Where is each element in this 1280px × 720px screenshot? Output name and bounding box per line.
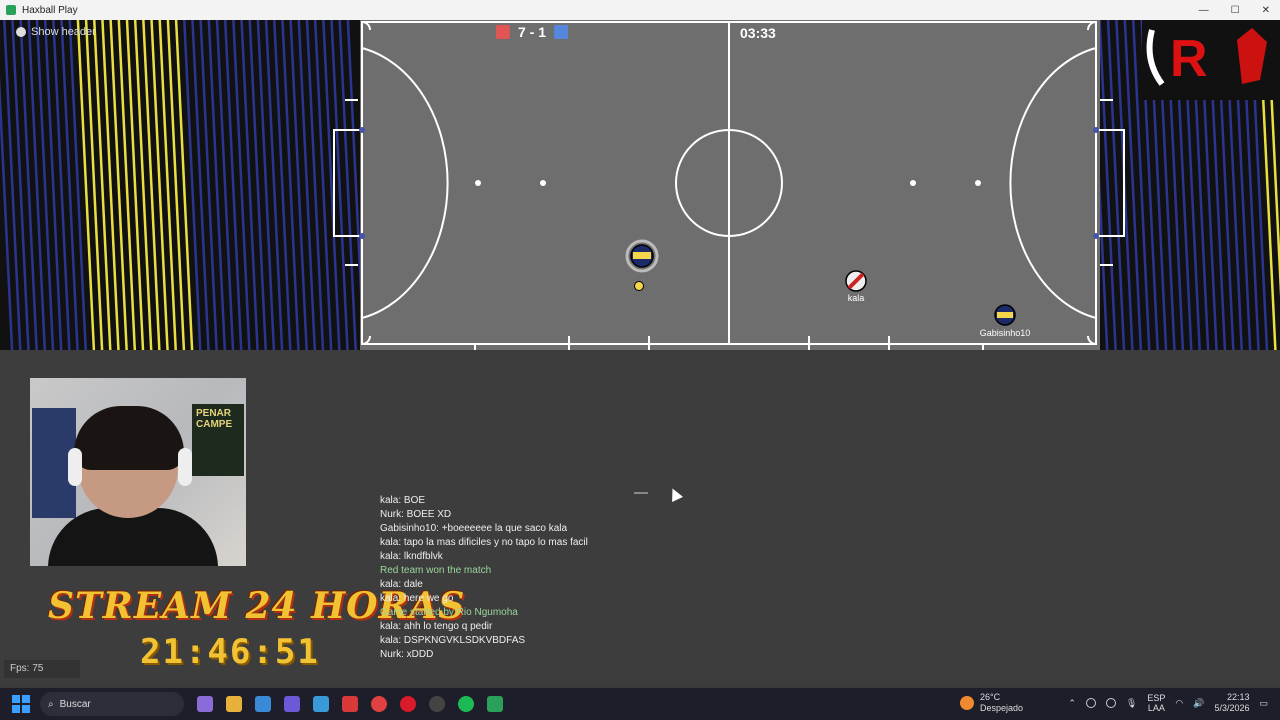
obs-icon[interactable] — [429, 696, 445, 712]
ball — [634, 281, 644, 291]
chat-message: kala: dale — [380, 579, 423, 590]
match-timer: 03:33 — [740, 25, 776, 41]
player-disc-kala — [845, 270, 867, 292]
player-disc — [625, 239, 659, 273]
input-language[interactable]: ESP LAA — [1147, 693, 1165, 713]
minimize-button[interactable]: — — [1199, 5, 1209, 16]
game-canvas[interactable]: kala Gabisinho10 Show header 7 - 1 03:33… — [0, 20, 1280, 685]
chat-message: kala: DSPKNGVKLSDKVBDFAS — [380, 635, 526, 646]
taskbar-search[interactable]: ⌕ Buscar — [40, 692, 184, 716]
notification-icon[interactable]: ▭ — [1259, 698, 1268, 709]
sun-icon — [960, 696, 974, 710]
svg-text:R: R — [1170, 30, 1208, 88]
calculator-icon[interactable] — [255, 696, 271, 712]
notepad-icon[interactable] — [313, 696, 329, 712]
chat-message: Gabisinho10: +boeeeeee la que saco kala — [380, 523, 568, 534]
haxball-app-icon — [6, 5, 16, 15]
snipping-tool-icon[interactable] — [342, 696, 358, 712]
chrome-icon[interactable] — [371, 696, 387, 712]
blue-team-icon — [554, 25, 569, 39]
player-disc-gabisinho — [994, 304, 1016, 326]
webcam-feed: PENAR CAMPE — [30, 378, 246, 566]
poster: PENAR CAMPE — [192, 404, 244, 476]
headphone-left — [68, 448, 82, 486]
score-text: 7 - 1 — [518, 24, 547, 40]
streamer-hair — [74, 406, 184, 470]
windows-start-button[interactable] — [12, 695, 30, 713]
chat-message: kala: ahh lo tengo q pedir — [380, 621, 493, 632]
microphone-icon[interactable]: 🎙 — [1126, 698, 1137, 709]
search-icon: ⌕ — [48, 698, 54, 710]
chat-system-message: Game started by Rio Ngumoha — [380, 607, 518, 618]
spotify-icon[interactable] — [458, 696, 474, 712]
chat-message: Nurk: BOEE XD — [380, 509, 452, 520]
eye-icon — [16, 27, 26, 37]
system-tray: ⌃ 🎙 ESP LAA ◠ 🔊 22:13 5/3/2026 ▭ — [1068, 692, 1268, 714]
scoreboard: 7 - 1 — [496, 24, 569, 40]
tray-app-icon[interactable] — [1085, 698, 1096, 708]
chat-message: kala: tapo la mas dificiles y no tapo lo… — [380, 537, 588, 548]
file-explorer-icon[interactable] — [226, 696, 242, 712]
player-discs: kala Gabisinho10 — [625, 239, 1031, 338]
weather-widget[interactable]: 26°C Despejado — [960, 692, 1023, 714]
player-name-gabisinho: Gabisinho10 — [980, 328, 1031, 338]
chat-message: kala: lkndfblvk — [380, 551, 443, 562]
volume-icon[interactable]: 🔊 — [1193, 698, 1204, 709]
player-name-kala: kala — [848, 293, 865, 303]
opera-icon[interactable] — [400, 696, 416, 712]
fps-counter: Fps: 75 — [4, 660, 80, 678]
chevron-up-icon[interactable]: ⌃ — [1068, 698, 1076, 709]
chat-system-message: Red team won the match — [380, 565, 492, 576]
stream-clock: 21:46:51 — [140, 632, 320, 672]
taskbar: ⌕ Buscar 26°C Despejado ⌃ 🎙 ESP LAA ◠ 🔊 … — [0, 688, 1280, 720]
window-titlebar: Haxball Play — ☐ ✕ — [0, 0, 1280, 20]
wifi-icon[interactable]: ◠ — [1175, 698, 1183, 709]
chat-message: kala: here we go — [380, 593, 454, 604]
haxball-taskbar-icon[interactable] — [487, 696, 503, 712]
chat-log: kala: BOE Nurk: BOEE XD Gabisinho10: +boee… — [380, 494, 680, 662]
close-button[interactable]: ✕ — [1262, 5, 1270, 16]
show-header-toggle[interactable]: Show header — [16, 26, 96, 38]
chat-message: kala: BOE — [380, 495, 426, 506]
headphone-right — [178, 448, 192, 486]
maximize-button[interactable]: ☐ — [1231, 5, 1240, 16]
chat-message: Nurk: xDDD — [380, 649, 434, 660]
teams-icon[interactable] — [284, 696, 300, 712]
tray-app-icon-2[interactable] — [1105, 698, 1116, 708]
taskbar-clock[interactable]: 22:13 5/3/2026 — [1214, 692, 1249, 714]
window-title: Haxball Play — [22, 4, 78, 16]
task-view-icon[interactable] — [197, 696, 213, 712]
channel-logo: R — [1142, 20, 1280, 100]
red-team-icon — [496, 25, 510, 39]
